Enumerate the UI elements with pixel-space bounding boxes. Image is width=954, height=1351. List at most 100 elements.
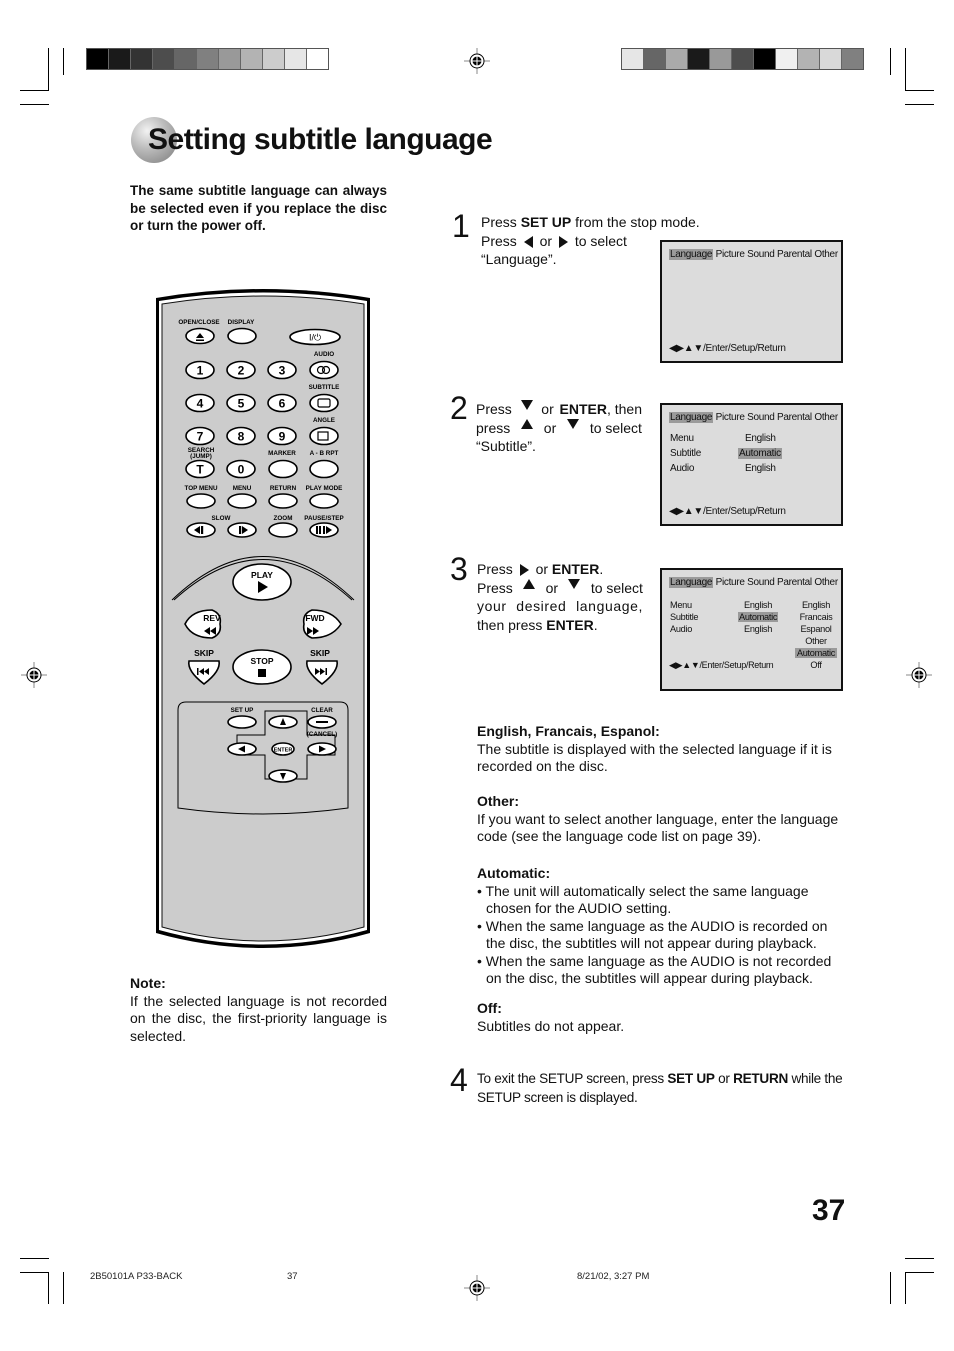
label-skip-forward: SKIP: [310, 648, 330, 658]
subtitle-button: [309, 393, 339, 413]
osd-footer: ◀▶▲▼/Enter/Setup/Return: [669, 343, 786, 354]
text: , then: [606, 401, 642, 417]
osd-screen-2: Language Picture Sound Parental Other Me…: [660, 403, 843, 526]
note-text: If the selected language is not recorded…: [130, 992, 387, 1044]
crop-mark: [905, 1272, 906, 1304]
label-angle: ANGLE: [313, 417, 335, 424]
power-icon: I/⏻: [309, 333, 321, 343]
osd-tab-parental: Parental: [777, 412, 812, 423]
step-number-1: 1: [452, 208, 470, 244]
footer-job-id: 2B50101A P33-BACK: [90, 1271, 183, 1282]
up-arrow-icon: [521, 418, 534, 429]
osd-row-label: Audio: [670, 463, 695, 474]
step-number-4: 4: [450, 1062, 468, 1098]
osd-tab-picture: Picture: [715, 412, 745, 423]
osd-tab-sound: Sound: [747, 577, 775, 588]
digit-label: 2: [238, 364, 245, 378]
clear-dash-icon: [316, 721, 328, 723]
play-mode-button: [309, 493, 339, 509]
osd-row-label: Audio: [670, 624, 692, 634]
bullet-item: • When the same language as the AUDIO is…: [477, 952, 832, 987]
color-swatch: [842, 49, 863, 69]
crop-mark: [63, 48, 64, 75]
osd-row-value: English: [745, 463, 776, 474]
color-swatch: [307, 49, 328, 69]
osd-row-label: Subtitle: [670, 612, 699, 622]
down-arrow-icon: [520, 400, 533, 410]
osd-footer-text: /Enter/Setup/Return: [702, 343, 786, 354]
text: or: [541, 401, 554, 417]
osd-arrows-icon: ◀▶▲▼: [669, 660, 700, 670]
osd-screen-3: Language Picture Sound Parental Other Me…: [660, 568, 843, 691]
osd-option: Off: [810, 660, 822, 670]
text: press: [476, 419, 511, 436]
label-subtitle: SUBTITLE: [309, 384, 340, 391]
color-swatch: [732, 49, 754, 69]
top-menu-button: [186, 493, 216, 509]
set-up-button: [227, 715, 257, 729]
osd-tab-parental: Parental: [777, 249, 812, 260]
osd-tab-other: Other: [814, 249, 838, 260]
label-cancel: (CANCEL): [307, 731, 337, 738]
osd-row-label: Menu: [670, 433, 694, 444]
osd-row-value: English: [744, 624, 773, 634]
menu-button: [227, 493, 257, 509]
label-fwd: FWD: [305, 613, 324, 623]
down-arrow-icon: [567, 418, 580, 429]
registration-mark-icon: [21, 662, 47, 688]
color-swatch: [710, 49, 732, 69]
label-set-up: SET UP: [231, 707, 254, 714]
osd-option: Espanol: [800, 624, 832, 634]
osd-option: English: [801, 600, 831, 610]
osd-row-value-highlighted: Automatic: [738, 448, 782, 459]
text: to select: [590, 579, 643, 596]
osd-menubar: Language Picture Sound Parental Other: [669, 577, 838, 588]
label-menu: MENU: [233, 485, 252, 492]
digit-label: 7: [197, 430, 204, 444]
text: to select: [574, 232, 627, 249]
osd-menubar: Language Picture Sound Parental Other: [669, 412, 838, 423]
angle-button: [309, 426, 339, 446]
digit-label: 8: [238, 430, 245, 444]
right-arrow-icon: [558, 235, 568, 248]
bullet-item: • The unit will automatically select the…: [477, 882, 809, 917]
registration-mark-icon: [464, 48, 490, 74]
osd-tab-language: Language: [669, 412, 714, 423]
explanation-text: If you want to select another language, …: [477, 810, 839, 845]
color-swatch: [131, 49, 153, 69]
explanation-automatic: Automatic: • The unit will automatically…: [477, 865, 843, 988]
label-slow: SLOW: [212, 515, 231, 522]
osd-tab-picture: Picture: [715, 577, 745, 588]
text: Press: [481, 214, 521, 230]
label-zoom: ZOOM: [274, 515, 293, 522]
remote-control-illustration: OPEN/CLOSE DISPLAY AUDIO SUBTITLE ANGLE …: [156, 289, 370, 948]
osd-arrows-icon: ◀▶▲▼: [669, 343, 703, 354]
color-swatch: [622, 49, 644, 69]
key-return: RETURN: [733, 1071, 788, 1086]
bullet-item: • When the same language as the AUDIO is…: [477, 917, 828, 952]
color-swatch: [688, 49, 710, 69]
osd-option: Francais: [799, 612, 833, 622]
label-stop: STOP: [251, 656, 274, 666]
ab-repeat-button: [309, 459, 339, 479]
step-number-3: 3: [450, 551, 468, 587]
text: or: [539, 232, 553, 249]
osd-row-value-highlighted: Automatic: [738, 612, 779, 622]
crop-mark: [890, 48, 891, 75]
crop-mark: [48, 48, 49, 90]
text: “Subtitle”.: [476, 438, 536, 454]
label-display: DISPLAY: [228, 319, 256, 326]
up-arrow-icon: [523, 578, 536, 589]
text: or: [714, 1071, 734, 1086]
label-play-mode: PLAY MODE: [306, 485, 343, 492]
crop-mark: [20, 1272, 49, 1273]
text: .: [599, 561, 604, 577]
text: or: [545, 579, 559, 596]
text: then press: [477, 616, 547, 633]
color-swatch: [219, 49, 241, 69]
right-arrow-icon: [519, 564, 529, 577]
text: Press: [477, 579, 513, 596]
explanation-heading: Other:: [477, 793, 519, 809]
color-swatch: [153, 49, 175, 69]
osd-footer: ◀▶▲▼/Enter/Setup/Return: [669, 506, 786, 517]
